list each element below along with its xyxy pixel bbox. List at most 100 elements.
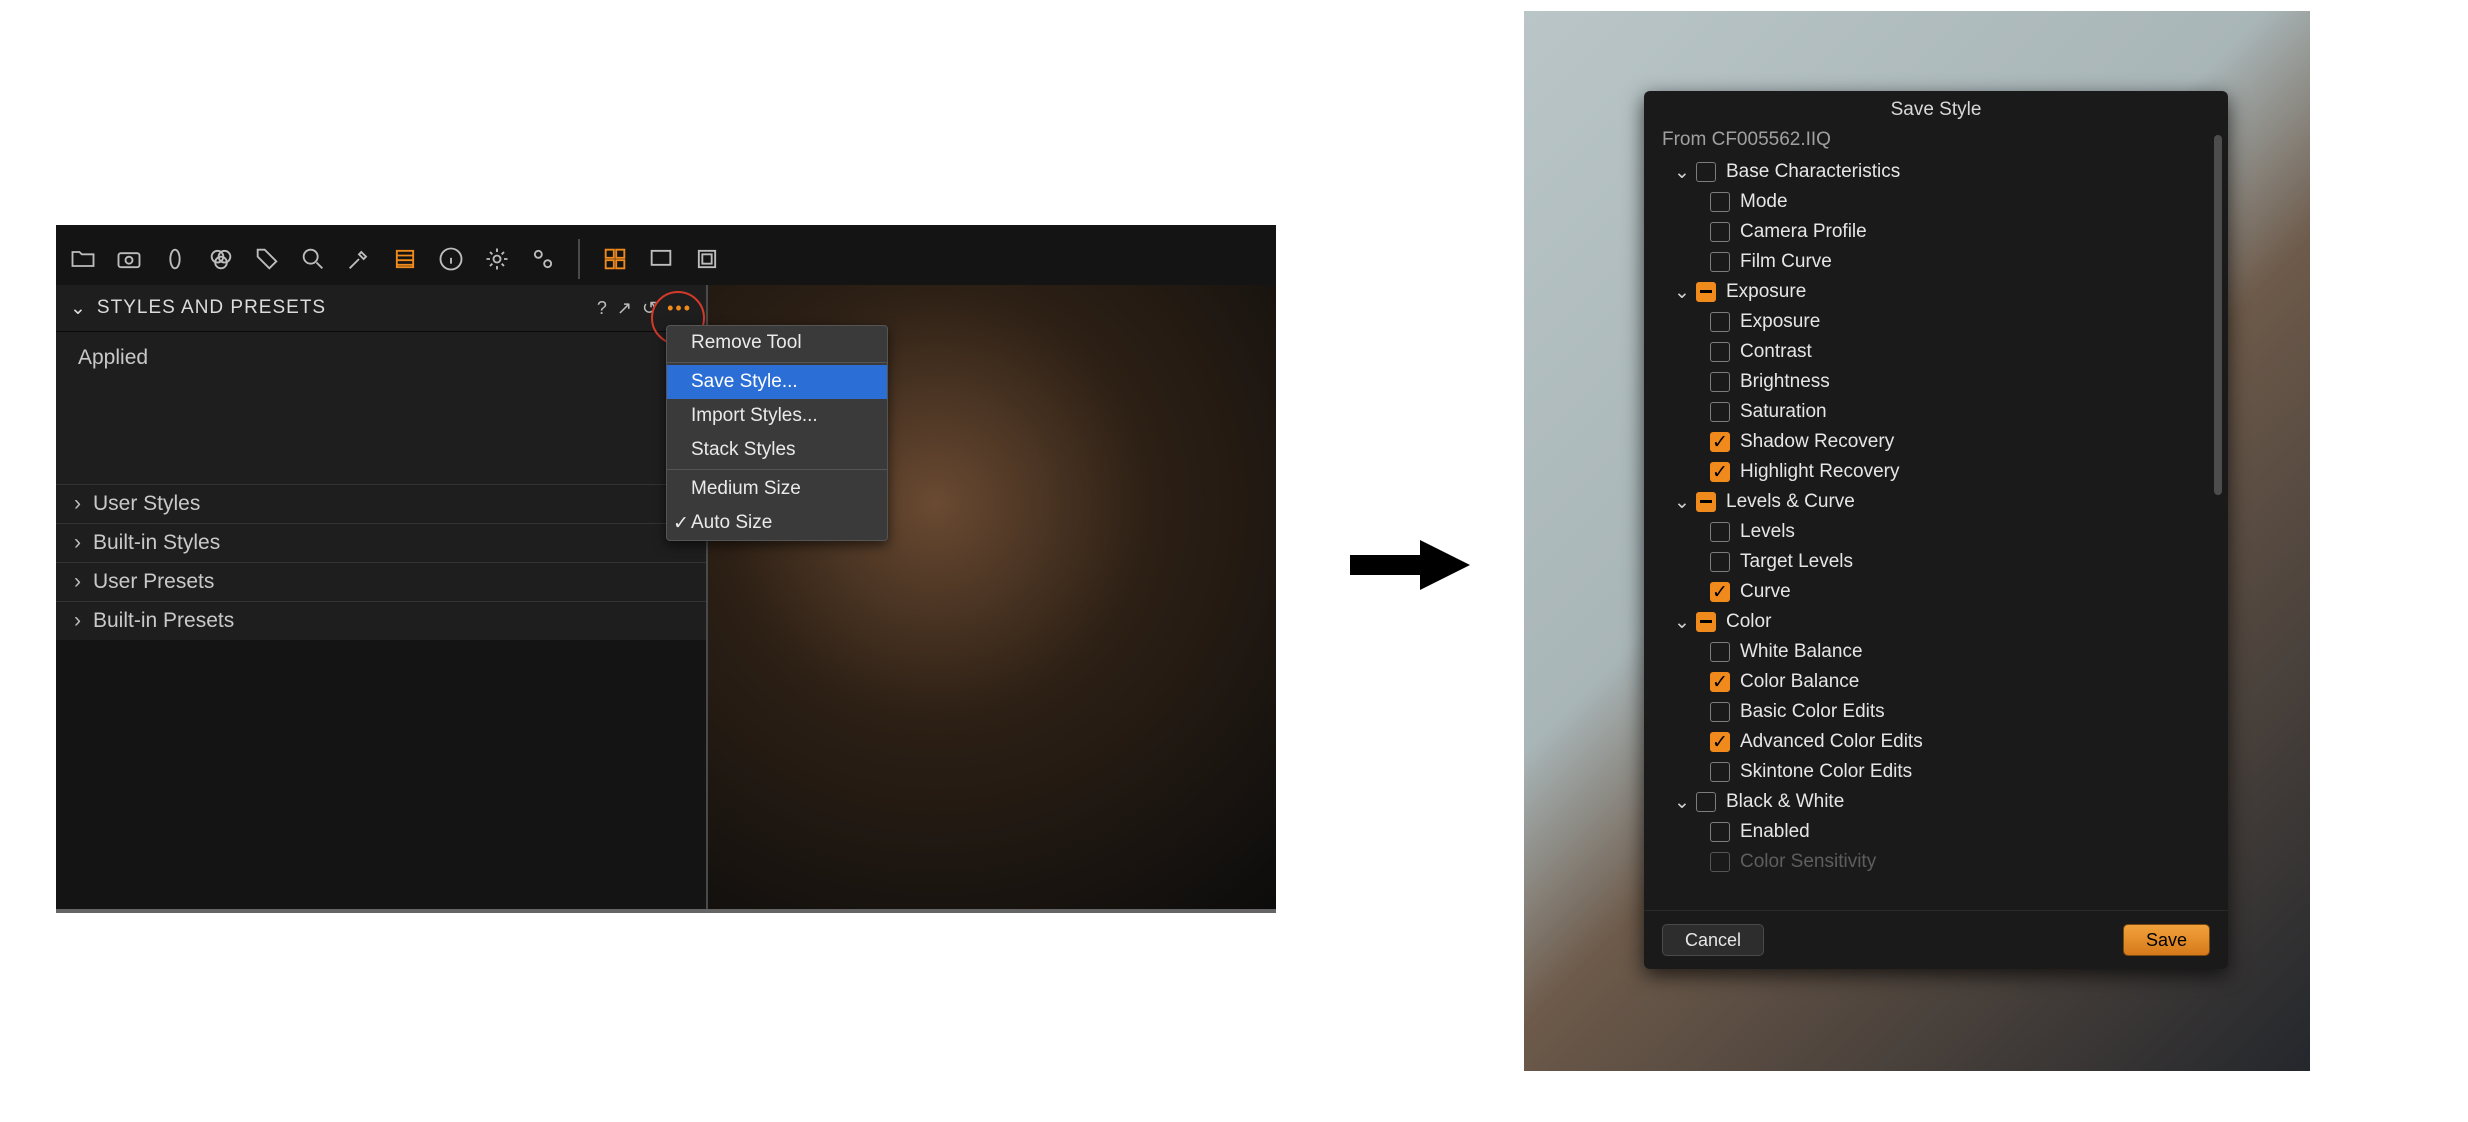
checkbox[interactable] [1710,402,1730,422]
checkbox[interactable]: ✓ [1710,432,1730,452]
tree-item[interactable]: Enabled [1662,817,2210,847]
checkbox[interactable] [1710,252,1730,272]
cancel-button[interactable]: Cancel [1662,924,1764,956]
chevron-down-icon[interactable]: ⌄ [70,297,87,320]
save-button[interactable]: Save [2123,924,2210,956]
item-label: Color Balance [1740,671,1859,693]
checkbox[interactable] [1710,762,1730,782]
screen-icon[interactable] [646,244,676,274]
checkbox[interactable] [1710,312,1730,332]
item-label: Levels [1740,521,1795,543]
tree-item[interactable]: Exposure [1662,307,2210,337]
tree-item[interactable]: Color Sensitivity [1662,847,2210,877]
checkbox[interactable] [1710,372,1730,392]
tree-item[interactable]: Target Levels [1662,547,2210,577]
tree-item[interactable]: White Balance [1662,637,2210,667]
checkbox[interactable] [1710,192,1730,212]
tree-item[interactable]: Brightness [1662,367,2210,397]
eyedropper-icon[interactable] [344,244,374,274]
tree-item[interactable]: Saturation [1662,397,2210,427]
tree-item[interactable]: Levels [1662,517,2210,547]
checkbox[interactable] [1696,282,1716,302]
tree-item[interactable]: Skintone Color Edits [1662,757,2210,787]
main-toolbar [56,233,722,285]
chevron-down-icon[interactable]: ⌄ [1674,281,1686,304]
color-icon[interactable] [206,244,236,274]
checkbox[interactable] [1710,822,1730,842]
reset-icon[interactable]: ↺ [642,298,657,319]
row-user-styles[interactable]: ›User Styles [56,484,706,523]
tree-group[interactable]: ⌄Color [1662,607,2210,637]
chevron-down-icon[interactable]: ⌄ [1674,611,1686,634]
dialog-title: Save Style [1644,91,2228,129]
checkbox[interactable] [1710,222,1730,242]
item-label: Target Levels [1740,551,1853,573]
tree-item[interactable]: Mode [1662,187,2210,217]
context-menu: Remove Tool Save Style...Import Styles...… [666,325,888,541]
tree-group[interactable]: ⌄Exposure [1662,277,2210,307]
search-icon[interactable] [298,244,328,274]
tree-item[interactable]: ✓Advanced Color Edits [1662,727,2210,757]
item-label: White Balance [1740,641,1863,663]
help-icon[interactable]: ? [597,298,607,319]
tree-item[interactable]: ✓ Highlight Recovery [1662,457,2210,487]
tree-item[interactable]: ✓ Shadow Recovery [1662,427,2210,457]
camera-icon[interactable] [114,244,144,274]
row-user-presets[interactable]: ›User Presets [56,562,706,601]
checkbox[interactable] [1710,852,1730,872]
row-builtin-styles[interactable]: ›Built-in Styles [56,523,706,562]
tag-icon[interactable] [252,244,282,274]
more-icon[interactable]: ••• [667,298,692,319]
tree-group[interactable]: ⌄Base Characteristics [1662,157,2210,187]
row-builtin-presets[interactable]: ›Built-in Presets [56,601,706,640]
tree-group[interactable]: ⌄Levels & Curve [1662,487,2210,517]
chevron-down-icon[interactable]: ⌄ [1674,491,1686,514]
item-label: Camera Profile [1740,221,1867,243]
tree-item[interactable]: ✓Curve [1662,577,2210,607]
info-icon[interactable] [436,244,466,274]
gear-icon[interactable] [482,244,512,274]
checkbox[interactable]: ✓ [1710,462,1730,482]
adjust-icon[interactable] [390,244,420,274]
gears-icon[interactable] [528,244,558,274]
checkbox[interactable]: ✓ [1710,732,1730,752]
chevron-right-icon: › [74,492,81,516]
checkbox[interactable] [1710,702,1730,722]
menu-item[interactable]: Remove Tool [667,326,887,360]
item-label: Shadow Recovery [1740,431,1894,453]
checkbox[interactable] [1696,162,1716,182]
checkbox[interactable]: ✓ [1710,672,1730,692]
toolbar-separator [578,239,580,279]
chevron-down-icon[interactable]: ⌄ [1674,791,1686,814]
checkbox[interactable] [1696,792,1716,812]
tree-item[interactable]: ✓ Color Balance [1662,667,2210,697]
item-label: Exposure [1740,311,1820,333]
menu-item[interactable]: ✓Auto Size [667,506,887,540]
checkbox[interactable] [1710,522,1730,542]
checkbox[interactable] [1710,552,1730,572]
menu-item[interactable]: Medium Size [667,472,887,506]
checkbox[interactable] [1696,612,1716,632]
item-label: Highlight Recovery [1740,461,1899,483]
chevron-down-icon[interactable]: ⌄ [1674,161,1686,184]
grid-icon[interactable] [600,244,630,274]
checkbox[interactable] [1696,492,1716,512]
menu-item[interactable]: Import Styles... [667,399,887,433]
lens-icon[interactable] [160,244,190,274]
menu-item[interactable]: Stack Styles [667,433,887,467]
checkbox[interactable]: ✓ [1710,582,1730,602]
folder-icon[interactable] [68,244,98,274]
item-label: Mode [1740,191,1788,213]
menu-item[interactable]: Save Style... [667,365,887,399]
checkbox[interactable] [1710,642,1730,662]
tree-group[interactable]: ⌄Black & White [1662,787,2210,817]
tree-item[interactable]: Film Curve [1662,247,2210,277]
tree-item[interactable]: Camera Profile [1662,217,2210,247]
panel-title: STYLES AND PRESETS [97,297,326,319]
tree-item[interactable]: Basic Color Edits [1662,697,2210,727]
tree-item[interactable]: Contrast [1662,337,2210,367]
crop-icon[interactable] [692,244,722,274]
scrollbar[interactable] [2214,135,2222,495]
expand-icon[interactable]: ↗ [617,298,632,319]
checkbox[interactable] [1710,342,1730,362]
